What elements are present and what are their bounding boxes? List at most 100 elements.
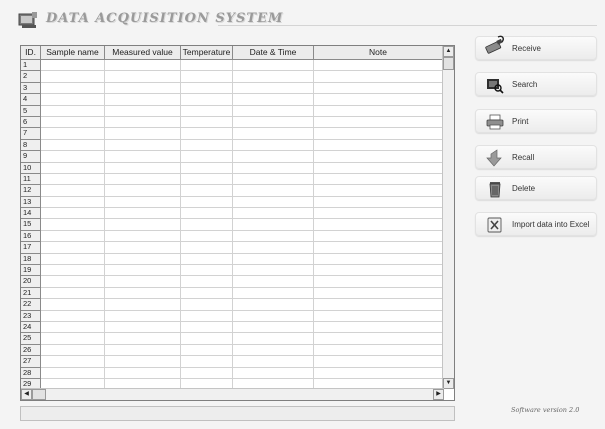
table-cell[interactable] <box>105 299 181 311</box>
table-cell[interactable] <box>41 173 105 186</box>
table-cell[interactable] <box>233 185 314 197</box>
row-id-cell[interactable]: 21 <box>21 287 41 300</box>
table-cell[interactable] <box>41 321 105 334</box>
table-cell[interactable] <box>314 162 443 174</box>
table-cell[interactable] <box>314 265 443 277</box>
search-button[interactable]: Search <box>475 72 597 96</box>
table-cell[interactable] <box>181 344 233 357</box>
table-cell[interactable] <box>181 367 233 379</box>
table-cell[interactable] <box>181 173 233 186</box>
table-cell[interactable] <box>41 344 105 357</box>
table-cell[interactable] <box>181 230 233 243</box>
scroll-up-button[interactable]: ▲ <box>443 46 454 57</box>
table-cell[interactable] <box>105 287 181 300</box>
table-cell[interactable] <box>105 310 181 322</box>
table-row[interactable]: 2 <box>21 71 443 83</box>
table-cell[interactable] <box>233 333 314 345</box>
delete-button[interactable]: Delete <box>475 176 597 200</box>
table-cell[interactable] <box>41 276 105 288</box>
table-cell[interactable] <box>41 82 105 95</box>
table-cell[interactable] <box>181 299 233 311</box>
table-cell[interactable] <box>41 60 105 72</box>
table-cell[interactable] <box>233 299 314 311</box>
receive-button[interactable]: Receive <box>475 35 597 60</box>
table-cell[interactable] <box>181 219 233 231</box>
table-cell[interactable] <box>233 173 314 186</box>
table-cell[interactable] <box>233 128 314 140</box>
table-cell[interactable] <box>233 116 314 129</box>
table-cell[interactable] <box>233 242 314 254</box>
table-cell[interactable] <box>41 185 105 197</box>
table-cell[interactable] <box>41 242 105 254</box>
table-cell[interactable] <box>105 230 181 243</box>
table-cell[interactable] <box>181 139 233 152</box>
table-cell[interactable] <box>105 367 181 379</box>
vertical-scroll-thumb[interactable] <box>443 57 454 70</box>
table-row[interactable]: 11 <box>21 173 443 186</box>
table-cell[interactable] <box>181 208 233 220</box>
table-cell[interactable] <box>105 265 181 277</box>
table-row[interactable]: 7 <box>21 128 443 140</box>
table-cell[interactable] <box>181 196 233 209</box>
row-id-cell[interactable]: 18 <box>21 253 41 266</box>
table-cell[interactable] <box>233 60 314 72</box>
table-cell[interactable] <box>181 94 233 106</box>
table-row[interactable]: 26 <box>21 344 443 357</box>
table-cell[interactable] <box>233 82 314 95</box>
table-cell[interactable] <box>233 287 314 300</box>
table-cell[interactable] <box>233 208 314 220</box>
table-cell[interactable] <box>314 356 443 368</box>
table-cell[interactable] <box>314 299 443 311</box>
table-cell[interactable] <box>41 265 105 277</box>
table-cell[interactable] <box>314 71 443 83</box>
table-cell[interactable] <box>41 116 105 129</box>
row-id-cell[interactable]: 8 <box>21 139 41 152</box>
row-id-cell[interactable]: 1 <box>21 60 41 72</box>
import-excel-button[interactable]: Import data into Excel <box>475 212 597 236</box>
table-cell[interactable] <box>41 299 105 311</box>
table-cell[interactable] <box>181 71 233 83</box>
table-cell[interactable] <box>314 253 443 266</box>
table-cell[interactable] <box>181 162 233 174</box>
table-cell[interactable] <box>105 344 181 357</box>
row-id-cell[interactable]: 2 <box>21 71 41 83</box>
row-id-cell[interactable]: 23 <box>21 310 41 322</box>
row-id-cell[interactable]: 27 <box>21 356 41 368</box>
table-cell[interactable] <box>105 71 181 83</box>
row-id-cell[interactable]: 26 <box>21 344 41 357</box>
table-cell[interactable] <box>181 253 233 266</box>
table-cell[interactable] <box>181 310 233 322</box>
table-row[interactable]: 8 <box>21 139 443 152</box>
table-cell[interactable] <box>314 219 443 231</box>
table-cell[interactable] <box>314 128 443 140</box>
table-cell[interactable] <box>105 139 181 152</box>
table-cell[interactable] <box>314 321 443 334</box>
table-cell[interactable] <box>181 105 233 117</box>
table-row[interactable]: 5 <box>21 105 443 117</box>
table-row[interactable]: 17 <box>21 242 443 254</box>
scroll-down-button[interactable]: ▼ <box>443 378 454 389</box>
table-cell[interactable] <box>233 344 314 357</box>
table-cell[interactable] <box>314 208 443 220</box>
row-id-cell[interactable]: 11 <box>21 173 41 186</box>
row-id-cell[interactable]: 4 <box>21 94 41 106</box>
table-cell[interactable] <box>314 230 443 243</box>
table-cell[interactable] <box>314 196 443 209</box>
table-cell[interactable] <box>105 105 181 117</box>
table-cell[interactable] <box>105 94 181 106</box>
table-cell[interactable] <box>105 128 181 140</box>
table-cell[interactable] <box>314 276 443 288</box>
table-cell[interactable] <box>181 60 233 72</box>
table-cell[interactable] <box>105 208 181 220</box>
table-cell[interactable] <box>181 116 233 129</box>
table-cell[interactable] <box>181 265 233 277</box>
table-cell[interactable] <box>233 219 314 231</box>
table-cell[interactable] <box>105 253 181 266</box>
table-cell[interactable] <box>105 321 181 334</box>
table-row[interactable]: 4 <box>21 94 443 106</box>
table-row[interactable]: 28 <box>21 367 443 379</box>
row-id-cell[interactable]: 17 <box>21 242 41 254</box>
table-cell[interactable] <box>314 82 443 95</box>
table-cell[interactable] <box>41 105 105 117</box>
table-cell[interactable] <box>105 356 181 368</box>
